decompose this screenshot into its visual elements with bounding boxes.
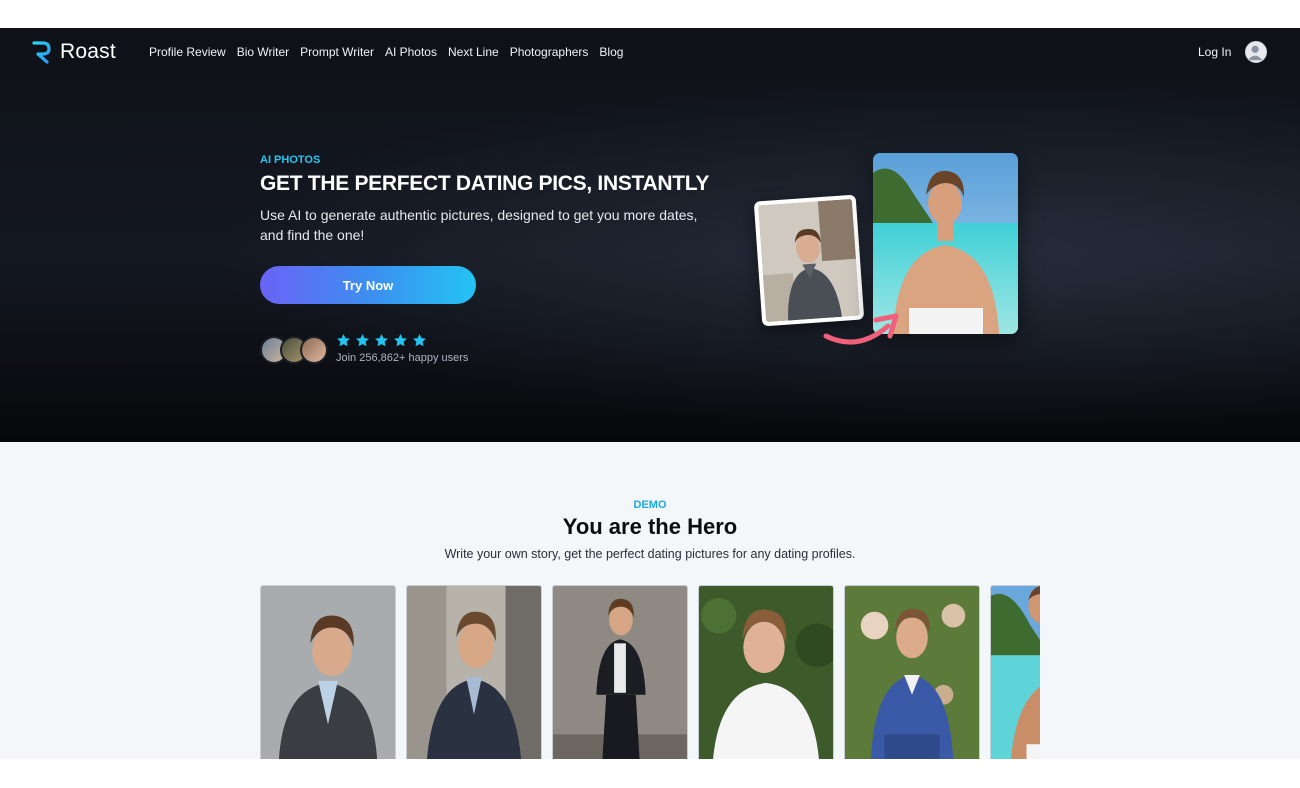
star-icon: [413, 333, 426, 347]
login-link[interactable]: Log In: [1198, 45, 1231, 59]
star-icon: [337, 333, 350, 347]
avatar: [300, 336, 328, 364]
brand-name: Roast: [60, 40, 116, 63]
star-icon: [394, 333, 407, 347]
nav-link-ai-photos[interactable]: AI Photos: [385, 45, 437, 59]
user-avatar-icon[interactable]: [1245, 41, 1267, 63]
user-avatars: [260, 336, 328, 364]
hero-subtext: Use AI to generate authentic pictures, d…: [260, 207, 698, 243]
nav-link-next-line[interactable]: Next Line: [448, 45, 499, 59]
nav-link-profile-review[interactable]: Profile Review: [149, 45, 226, 59]
nav-link-blog[interactable]: Blog: [599, 45, 623, 59]
gallery-photo[interactable]: [990, 585, 1040, 759]
demo-eyebrow: DEMO: [633, 499, 667, 511]
gallery-photo[interactable]: [698, 585, 834, 759]
demo-section: DEMO You are the Hero Write your own sto…: [0, 442, 1300, 759]
logo-icon: [32, 41, 51, 64]
gallery-photo[interactable]: [844, 585, 980, 759]
demo-subtitle: Write your own story, get the perfect da…: [444, 547, 856, 561]
demo-gallery[interactable]: [260, 585, 1040, 759]
main-nav: Profile Review Bio Writer Prompt Writer …: [149, 45, 623, 59]
hero-eyebrow: AI PHOTOS: [260, 154, 321, 166]
star-icon: [375, 333, 388, 347]
nav-link-prompt-writer[interactable]: Prompt Writer: [300, 45, 374, 59]
star-icon: [356, 333, 369, 347]
page-frame: Roast Profile Review Bio Writer Prompt W…: [0, 28, 1300, 759]
gallery-photo[interactable]: [406, 585, 542, 759]
gallery-photo[interactable]: [552, 585, 688, 759]
logo-link[interactable]: Roast: [32, 40, 116, 64]
top-nav: Roast Profile Review Bio Writer Prompt W…: [0, 28, 1300, 78]
demo-title: You are the Hero: [562, 514, 738, 539]
hero-section: Roast Profile Review Bio Writer Prompt W…: [0, 28, 1300, 442]
nav-link-bio-writer[interactable]: Bio Writer: [237, 45, 289, 59]
nav-link-photographers[interactable]: Photographers: [510, 45, 589, 59]
rating-stars: [336, 333, 427, 348]
curved-arrow-icon: [823, 313, 899, 345]
gallery-photo[interactable]: [260, 585, 396, 759]
social-proof-text: Join 256,862+ happy users: [336, 352, 469, 364]
hero-headline: GET THE PERFECT DATING PICS, INSTANTLY: [260, 172, 710, 195]
try-now-button[interactable]: Try Now: [260, 266, 476, 304]
